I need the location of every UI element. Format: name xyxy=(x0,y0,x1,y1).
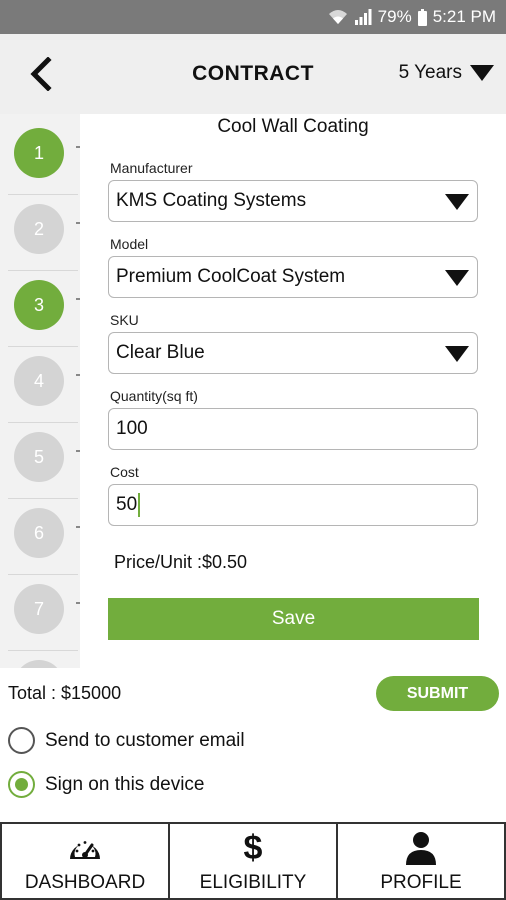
radio-button[interactable] xyxy=(8,727,35,754)
app-header: CONTRACT 5 Years xyxy=(0,34,506,114)
manufacturer-label: Manufacturer xyxy=(110,160,193,176)
step-3[interactable]: 3 xyxy=(14,280,64,330)
step-8-partial[interactable] xyxy=(14,660,64,668)
step-2[interactable]: 2 xyxy=(14,204,64,254)
step-1[interactable]: 1 xyxy=(14,128,64,178)
step-6[interactable]: 6 xyxy=(14,508,64,558)
price-per-unit: Price/Unit :$0.50 xyxy=(114,552,248,572)
chevron-down-icon xyxy=(445,346,469,362)
submit-button[interactable]: SUBMIT xyxy=(376,676,499,711)
tab-eligibility-label: ELIGIBILITY xyxy=(199,872,307,893)
step-number: 3 xyxy=(33,294,44,315)
form-heading: Cool Wall Coating xyxy=(217,116,369,137)
term-dropdown[interactable]: 5 Years xyxy=(399,62,494,84)
text-cursor xyxy=(138,493,141,517)
tab-dashboard-label: DASHBOARD xyxy=(24,872,146,893)
quantity-value: 100 xyxy=(116,418,148,439)
save-button[interactable]: Save xyxy=(108,598,479,640)
chevron-down-icon xyxy=(445,270,469,286)
radio-button-selected[interactable] xyxy=(8,771,35,798)
step-navigator: 1 2 3 4 5 6 7 xyxy=(0,114,80,668)
chevron-down-icon xyxy=(445,194,469,210)
signal-icon xyxy=(354,9,372,25)
cost-field[interactable]: 50 xyxy=(108,484,478,526)
sign-device-option[interactable]: Sign on this device xyxy=(8,771,205,798)
sign-device-label: Sign on this device xyxy=(45,773,205,795)
tab-profile[interactable]: PROFILE xyxy=(336,822,506,900)
step-4[interactable]: 4 xyxy=(14,356,64,406)
step-divider xyxy=(8,270,78,271)
tab-profile-label: PROFILE xyxy=(380,872,462,893)
step-number: 5 xyxy=(33,446,44,467)
dollar-icon: $ xyxy=(243,829,263,867)
step-5[interactable]: 5 xyxy=(14,432,64,482)
step-number: 7 xyxy=(33,598,44,619)
send-email-label: Send to customer email xyxy=(45,729,245,751)
step-number: 2 xyxy=(33,218,44,239)
step-number: 1 xyxy=(33,142,44,163)
battery-percent: 79% xyxy=(377,7,412,26)
step-divider xyxy=(8,650,78,651)
model-label: Model xyxy=(110,236,149,252)
step-divider xyxy=(8,422,78,423)
total-amount: Total : $15000 xyxy=(8,683,122,703)
model-select[interactable]: Premium CoolCoat System xyxy=(108,256,478,298)
wifi-icon xyxy=(328,10,347,24)
model-value: Premium CoolCoat System xyxy=(116,266,346,287)
term-dropdown-value: 5 Years xyxy=(398,62,462,83)
step-divider xyxy=(8,498,78,499)
person-icon xyxy=(406,832,436,865)
product-form: Cool Wall Coating Manufacturer KMS Coati… xyxy=(80,114,506,668)
cost-value: 50 xyxy=(116,494,138,515)
tab-eligibility[interactable]: $ ELIGIBILITY xyxy=(168,822,338,900)
manufacturer-select[interactable]: KMS Coating Systems xyxy=(108,180,478,222)
quantity-label: Quantity(sq ft) xyxy=(110,388,198,404)
manufacturer-value: KMS Coating Systems xyxy=(116,190,307,211)
sku-select[interactable]: Clear Blue xyxy=(108,332,478,374)
step-divider xyxy=(8,574,78,575)
step-divider xyxy=(8,346,78,347)
step-number: 6 xyxy=(33,522,44,543)
sku-value: Clear Blue xyxy=(116,342,205,363)
send-email-option[interactable]: Send to customer email xyxy=(8,727,245,754)
battery-icon xyxy=(417,8,427,26)
bottom-tab-bar: DASHBOARD $ ELIGIBILITY PROFILE xyxy=(0,822,506,900)
clock: 5:21 PM xyxy=(432,7,496,26)
chevron-down-icon xyxy=(470,65,494,81)
quantity-field[interactable]: 100 xyxy=(108,408,478,450)
status-bar: 79% 5:21 PM xyxy=(0,0,506,34)
tab-dashboard[interactable]: DASHBOARD xyxy=(0,822,170,900)
sku-label: SKU xyxy=(110,312,139,328)
step-divider xyxy=(8,194,78,195)
step-7[interactable]: 7 xyxy=(14,584,64,634)
cost-label: Cost xyxy=(110,464,139,480)
speedometer-icon xyxy=(70,841,100,859)
step-number: 4 xyxy=(33,370,44,391)
